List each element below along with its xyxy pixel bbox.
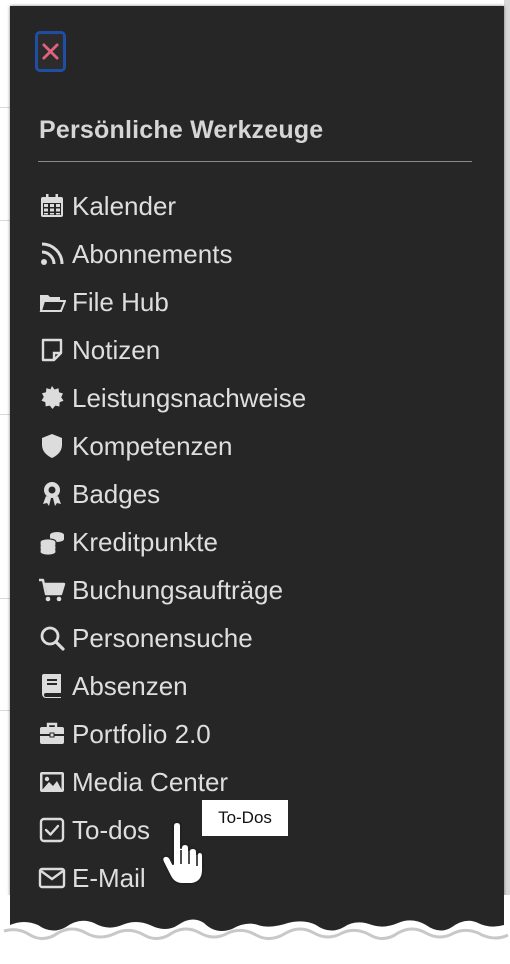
search-icon	[38, 623, 72, 653]
menu-item-abonnements[interactable]: Abonnements	[38, 230, 478, 278]
menu-item-label: Portfolio 2.0	[72, 718, 211, 749]
image-icon	[38, 767, 72, 797]
briefcase-icon	[38, 719, 72, 749]
menu-item-label: Buchungsaufträge	[72, 574, 284, 605]
menu-item-label: Personensuche	[72, 622, 253, 653]
menu-item-portfolio[interactable]: Portfolio 2.0	[38, 710, 478, 758]
close-button[interactable]	[35, 31, 66, 72]
menu-item-label: File Hub	[72, 286, 169, 317]
menu-item-label: Notizen	[72, 334, 161, 365]
menu-item-media-center[interactable]: Media Center	[38, 758, 478, 806]
cart-icon	[38, 575, 72, 605]
envelope-icon	[38, 863, 72, 893]
personal-tools-menu: Kalender Abonnements File Hub Notizen Le…	[38, 182, 478, 902]
menu-item-kalender[interactable]: Kalender	[38, 182, 478, 230]
tooltip-todos: To-Dos	[202, 800, 288, 836]
menu-item-file-hub[interactable]: File Hub	[38, 278, 478, 326]
book-icon	[38, 671, 72, 701]
menu-item-label: Kompetenzen	[72, 430, 233, 461]
menu-item-label: Kalender	[72, 190, 177, 221]
divider	[38, 161, 472, 162]
menu-item-label: Abonnements	[72, 238, 233, 269]
menu-item-kompetenzen[interactable]: Kompetenzen	[38, 422, 478, 470]
menu-item-label: Leistungsnachweise	[72, 382, 307, 413]
close-icon	[42, 43, 59, 60]
certificate-icon	[38, 383, 72, 413]
hand-cursor-icon	[161, 821, 204, 885]
menu-item-label: Badges	[72, 478, 161, 509]
award-icon	[38, 479, 72, 509]
menu-item-label: E-Mail	[72, 862, 146, 893]
coins-icon	[38, 527, 72, 557]
menu-item-personensuche[interactable]: Personensuche	[38, 614, 478, 662]
rss-icon	[38, 239, 72, 269]
menu-item-label: Kreditpunkte	[72, 526, 218, 557]
calendar-icon	[38, 191, 72, 221]
menu-item-label: Absenzen	[72, 670, 188, 701]
menu-item-label: To-dos	[72, 814, 151, 845]
menu-item-notizen[interactable]: Notizen	[38, 326, 478, 374]
sticky-note-icon	[38, 335, 72, 365]
section-title: Persönliche Werkzeuge	[39, 116, 324, 144]
folder-open-icon	[38, 287, 72, 317]
page-scroll-edge	[504, 0, 510, 940]
menu-item-leistungsnachweise[interactable]: Leistungsnachweise	[38, 374, 478, 422]
menu-item-absenzen[interactable]: Absenzen	[38, 662, 478, 710]
check-square-icon	[38, 815, 72, 845]
menu-item-badges[interactable]: Badges	[38, 470, 478, 518]
menu-item-label: Media Center	[72, 766, 229, 797]
menu-item-buchungsauftraege[interactable]: Buchungsaufträge	[38, 566, 478, 614]
menu-item-kreditpunkte[interactable]: Kreditpunkte	[38, 518, 478, 566]
personal-tools-panel: Persönliche Werkzeuge Kalender Abonnemen…	[10, 6, 504, 936]
shield-icon	[38, 431, 72, 461]
torn-edge	[0, 895, 510, 964]
